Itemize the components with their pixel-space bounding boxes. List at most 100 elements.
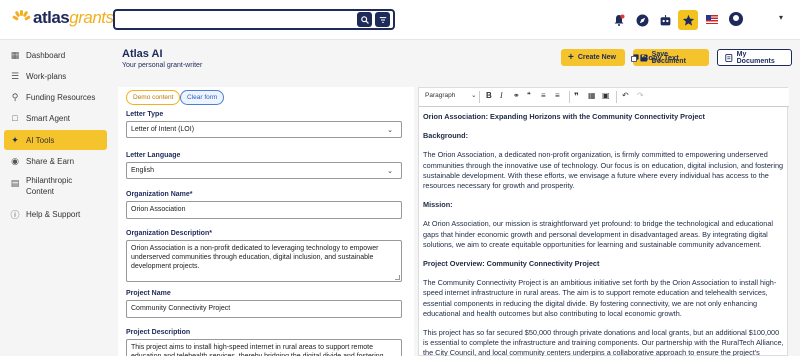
bell-icon bbox=[614, 14, 625, 26]
search-button[interactable] bbox=[357, 12, 372, 27]
project-name-value: Community Connectivity Project bbox=[131, 305, 231, 312]
project-description-label: Project Description bbox=[126, 329, 191, 336]
us-flag-icon[interactable] bbox=[706, 15, 718, 24]
sparkle-icon: ✦ bbox=[11, 134, 19, 145]
letter-type-label: Letter Type bbox=[126, 111, 164, 118]
letter-language-label: Letter Language bbox=[126, 152, 181, 159]
clear-form-chip[interactable]: Clear form bbox=[180, 90, 225, 105]
letter-type-value: Letter of Intent (LOI) bbox=[131, 126, 195, 133]
atlas-grants-logo[interactable]: atlasgrants bbox=[12, 8, 114, 28]
numbered-list-icon[interactable]: ≡ bbox=[555, 91, 560, 100]
my-documents-button[interactable]: My Documents bbox=[717, 49, 792, 66]
logo-text-grants: grants bbox=[69, 8, 114, 27]
search-input[interactable] bbox=[113, 9, 395, 30]
avatar[interactable] bbox=[729, 12, 743, 26]
document-content[interactable]: Orion Association: Expanding Horizons wi… bbox=[423, 112, 785, 356]
blockquote-icon[interactable]: ❞ bbox=[574, 91, 579, 102]
organization-description-field[interactable]: Orion Association is a non-profit dedica… bbox=[126, 240, 402, 282]
chat-icon: □ bbox=[12, 113, 18, 123]
copy-text-label: Copy Text bbox=[643, 53, 679, 62]
letter-type-select[interactable]: Letter of Intent (LOI) ⌄ bbox=[126, 121, 402, 138]
filter-icon bbox=[379, 16, 386, 23]
copy-text-button[interactable]: Copy Text bbox=[631, 53, 679, 62]
sidebar-item-label: Philanthropic Content bbox=[26, 176, 73, 196]
star-icon bbox=[682, 14, 694, 26]
sidebar-item-funding-resources[interactable]: ⚲ Funding Resources bbox=[4, 87, 107, 107]
page-title: Atlas AI bbox=[122, 48, 163, 60]
list-icon: ☰ bbox=[10, 70, 20, 81]
sidebar-item-label: AI Tools bbox=[26, 135, 55, 145]
logo-text-atlas: atlas bbox=[33, 8, 70, 27]
link-icon[interactable]: ⚭ bbox=[513, 91, 520, 100]
organization-name-value: Orion Association bbox=[131, 206, 186, 213]
project-name-label: Project Name bbox=[126, 290, 171, 297]
organization-name-label: Organization Name* bbox=[126, 191, 193, 198]
robot-icon bbox=[660, 14, 670, 25]
letter-language-select[interactable]: English ⌄ bbox=[126, 162, 402, 179]
create-new-button[interactable]: + Create New bbox=[561, 49, 625, 66]
sunburst-icon bbox=[12, 10, 31, 26]
favorites-button[interactable] bbox=[678, 10, 698, 30]
my-documents-label: My Documents bbox=[736, 50, 775, 65]
organization-description-label: Organization Description* bbox=[126, 230, 212, 237]
sidebar-item-label: Share & Earn bbox=[26, 156, 75, 166]
toolbar-divider bbox=[616, 91, 617, 103]
embed-icon[interactable]: ▣ bbox=[602, 91, 610, 100]
toolbar-divider bbox=[479, 91, 480, 103]
chevron-down-icon: ⌄ bbox=[471, 92, 477, 99]
paragraph-select[interactable]: Paragraph ⌄ bbox=[425, 91, 477, 99]
project-name-field[interactable]: Community Connectivity Project bbox=[126, 300, 402, 318]
background-heading: Background: bbox=[423, 131, 468, 141]
resize-handle-icon[interactable] bbox=[395, 275, 400, 280]
sidebar-item-work-plans[interactable]: ☰ Work-plans bbox=[4, 66, 107, 86]
sidebar-item-label: Funding Resources bbox=[26, 92, 96, 102]
editor-toolbar: Paragraph ⌄ B I ⚭ ❝ ≡ ≡ ❞ ▦ ▣ ↶ ↷ bbox=[419, 88, 789, 107]
mission-paragraph: At Orion Association, our mission is str… bbox=[423, 219, 774, 249]
sidebar-item-label: Dashboard bbox=[26, 50, 66, 60]
document-icon bbox=[725, 53, 733, 62]
toolbar-divider bbox=[569, 91, 570, 103]
sidebar-item-label: Work-plans bbox=[26, 71, 67, 81]
project-description-field[interactable]: This project aims to install high-speed … bbox=[126, 339, 402, 356]
sidebar-item-help-support[interactable]: ⓘ Help & Support bbox=[4, 204, 107, 224]
sidebar-item-philanthropic-content[interactable]: ▤ Philanthropic Content bbox=[4, 176, 107, 206]
document-editor: Paragraph ⌄ B I ⚭ ❝ ≡ ≡ ❞ ▦ ▣ ↶ ↷ Orion … bbox=[418, 87, 789, 356]
sidebar-item-label: Help & Support bbox=[26, 209, 81, 219]
bullet-list-icon[interactable]: ≡ bbox=[541, 91, 546, 100]
letter-form: Demo content Clear form Letter Type Lett… bbox=[118, 87, 414, 356]
sidebar: ▦ Dashboard ☰ Work-plans ⚲ Funding Resource… bbox=[0, 40, 110, 356]
robot-button[interactable] bbox=[655, 10, 675, 30]
funding-paragraph: This project has so far secured $50,000 … bbox=[423, 328, 784, 356]
sidebar-item-label: Smart Agent bbox=[26, 113, 71, 123]
quote-icon[interactable]: ❝ bbox=[527, 91, 531, 99]
undo-icon[interactable]: ↶ bbox=[622, 91, 629, 100]
project-description-value: This project aims to install high-speed … bbox=[131, 344, 384, 356]
overview-paragraph: The Community Connectivity Project is an… bbox=[423, 278, 777, 318]
organization-name-field[interactable]: Orion Association bbox=[126, 201, 402, 219]
demo-content-chip[interactable]: Demo content bbox=[126, 90, 181, 105]
letter-language-value: English bbox=[131, 167, 154, 174]
bold-icon[interactable]: B bbox=[486, 91, 492, 100]
sidebar-item-ai-tools[interactable]: ✦ AI Tools bbox=[4, 130, 107, 150]
document-heading: Orion Association: Expanding Horizons wi… bbox=[423, 112, 705, 121]
dollar-icon: ◉ bbox=[11, 155, 19, 166]
chevron-down-icon: ⌄ bbox=[387, 168, 393, 175]
search-icon: ⚲ bbox=[11, 91, 19, 102]
organization-description-value: Orion Association is a non-profit dedica… bbox=[131, 245, 379, 271]
filter-button[interactable] bbox=[375, 12, 390, 27]
notification-bell-button[interactable] bbox=[609, 10, 629, 30]
background-paragraph: The Orion Association, a dedicated non-p… bbox=[423, 150, 784, 191]
sidebar-item-smart-agent[interactable]: □ Smart Agent bbox=[4, 108, 107, 128]
overview-heading: Project Overview: Community Connectivity… bbox=[423, 259, 600, 269]
explore-button[interactable] bbox=[632, 10, 652, 30]
compass-icon bbox=[636, 14, 648, 26]
mission-heading: Mission: bbox=[423, 200, 453, 210]
chevron-down-icon[interactable]: ▾ bbox=[779, 13, 783, 22]
sidebar-item-dashboard[interactable]: ▦ Dashboard bbox=[4, 45, 107, 65]
grid-icon: ▦ bbox=[10, 49, 20, 60]
italic-icon[interactable]: I bbox=[500, 91, 503, 100]
redo-icon[interactable]: ↷ bbox=[637, 91, 644, 100]
sidebar-item-share-earn[interactable]: ◉ Share & Earn bbox=[4, 151, 107, 171]
help-icon: ⓘ bbox=[10, 209, 20, 220]
table-icon[interactable]: ▦ bbox=[588, 91, 596, 100]
